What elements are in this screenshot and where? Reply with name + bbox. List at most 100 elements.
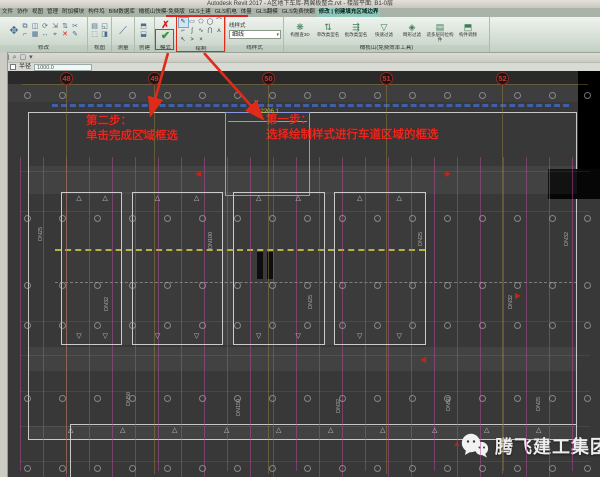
ribbon-tab-13[interactable]: 修改 | 创建填充区域边界: [317, 8, 381, 17]
column-circle: [514, 465, 521, 472]
ribbon-tab-12[interactable]: GLS免费快翻: [280, 8, 317, 17]
column-circle: [409, 92, 416, 99]
array-icon[interactable]: ▦: [31, 31, 40, 39]
mirror-icon[interactable]: ◫: [31, 23, 40, 31]
gls-tool-label: 批改类型名: [345, 32, 368, 37]
offset-icon[interactable]: ⇲: [51, 23, 60, 31]
column-circle: [59, 395, 66, 402]
draw-tangent-arc-icon[interactable]: ʃ: [188, 27, 197, 36]
ribbon-tab-6[interactable]: BIM数据库: [107, 8, 137, 17]
panel-mode: ✗ ✔ 模式: [155, 17, 177, 52]
pipe-line: [526, 157, 527, 477]
gls-tool-1[interactable]: ⇅单改类型名: [314, 22, 342, 37]
create-group-icon[interactable]: ⬒: [139, 23, 148, 31]
ribbon-tab-4[interactable]: 附加模块: [60, 8, 86, 17]
radius-input[interactable]: 1000.0: [34, 64, 92, 71]
draw-arc-icon[interactable]: ⌒: [215, 18, 224, 27]
column-circle: [514, 215, 521, 222]
zone-triangle-down: ▽: [397, 333, 402, 340]
draw-partial-ellipse-icon[interactable]: ⋏: [215, 27, 224, 36]
gls-tool-3[interactable]: ▽快速过滤: [370, 22, 398, 37]
gls-tool-2[interactable]: ⇶批改类型名: [342, 22, 370, 37]
column-circle: [549, 465, 556, 472]
draw-polygon-icon[interactable]: ⬠: [197, 18, 206, 27]
delete-icon[interactable]: ✕: [61, 31, 70, 39]
view-toolbar: ▤ ⌕ ▢ ▾: [0, 52, 600, 62]
column-circle: [584, 465, 591, 472]
column-circle: [584, 322, 591, 329]
rotate-icon[interactable]: ⟳: [41, 23, 50, 31]
zoom-icon[interactable]: ⌕: [13, 53, 17, 62]
column-circle: [59, 465, 66, 472]
edge-triangle-up: △: [224, 427, 229, 434]
gls-tool-6[interactable]: ⬒构件调频: [454, 22, 482, 37]
column-circle: [304, 465, 311, 472]
column-circle: [479, 465, 486, 472]
draw-line-icon[interactable]: ✎: [179, 18, 188, 27]
ribbon-tab-11[interactable]: GLS翻模: [254, 8, 280, 17]
gls-tool-4[interactable]: ◈畸形过滤: [398, 22, 426, 37]
draw-spline-icon[interactable]: ∿: [197, 27, 206, 36]
column-circle: [24, 215, 31, 222]
texture-band: [325, 192, 334, 345]
cope-icon[interactable]: ⧉: [21, 23, 30, 31]
zone-triangle-up: △: [296, 195, 301, 202]
gls-tool-icon: ⇅: [324, 22, 332, 32]
draw-rectangle-icon[interactable]: ▭: [188, 18, 197, 27]
drawing-canvas[interactable]: × 22206.1 第二步： 单击完成区域框选 第一步： 选择绘制样式进行车道区…: [8, 71, 600, 477]
draw-fillet-icon[interactable]: ⌐: [179, 27, 188, 36]
thin-lines-icon[interactable]: ▤: [90, 23, 99, 31]
draw-ellipse-icon[interactable]: ⋂: [206, 27, 215, 36]
column-circle: [339, 322, 346, 329]
create-similar-icon[interactable]: ⬓: [139, 31, 148, 39]
draw-more-icon[interactable]: ×: [197, 36, 206, 45]
radius-checkbox[interactable]: [10, 64, 16, 70]
paint-icon[interactable]: ✎: [71, 31, 80, 39]
red-plan-mark: ◀: [140, 128, 146, 136]
hide-icon[interactable]: ◱: [100, 23, 109, 31]
ribbon-tab-2[interactable]: 视图: [30, 8, 45, 17]
pick-lines-icon[interactable]: ↖: [179, 36, 188, 45]
window-icon[interactable]: ▢: [20, 53, 27, 62]
finish-sketch-icon[interactable]: ✔: [161, 31, 170, 42]
column-circle: [164, 395, 171, 402]
edge-triangle-up: △: [120, 427, 125, 434]
column-circle: [304, 215, 311, 222]
ribbon-tab-1[interactable]: 协作: [15, 8, 30, 17]
pipe-label: DN32: [336, 399, 342, 413]
ribbon-tab-3[interactable]: 管理: [45, 8, 60, 17]
gls-tool-label: 畸形过滤: [403, 32, 421, 37]
pipe-line: [457, 157, 458, 477]
ribbon-tab-0[interactable]: 文件: [0, 8, 15, 17]
line-style-dropdown[interactable]: 细线: [229, 30, 281, 39]
gls-tool-icon: ▤: [436, 22, 445, 32]
column-circle: [304, 92, 311, 99]
isolate-icon[interactable]: ⬚: [90, 31, 99, 39]
dropdown-icon[interactable]: ▾: [29, 53, 33, 62]
column-circle: [234, 92, 241, 99]
split-icon[interactable]: ✂: [71, 23, 80, 31]
column-circle: [164, 465, 171, 472]
pick-walls-icon[interactable]: >: [188, 36, 197, 45]
options-bar: 半径 1000.0: [0, 62, 600, 71]
column-circle: [409, 322, 416, 329]
align-icon[interactable]: ⇅: [61, 23, 70, 31]
move-icon[interactable]: ✥: [8, 25, 21, 37]
window-titlebar: Autodesk Revit 2017 - A区地下车库-两翼板整合.rvt -…: [0, 0, 600, 8]
measure-icon[interactable]: ⟋: [117, 25, 130, 37]
ribbon-tab-5[interactable]: 构件坞: [86, 8, 107, 17]
gls-tool-0[interactable]: ❋构图查3D: [286, 22, 314, 37]
cancel-sketch-icon[interactable]: ✗: [161, 21, 169, 31]
column-circle: [584, 395, 591, 402]
draw-circle-icon[interactable]: ◯: [206, 18, 215, 27]
gls-tool-5[interactable]: ▤适多层同位构件: [426, 22, 454, 42]
column-circle: [444, 322, 451, 329]
pin-icon[interactable]: ⌖: [51, 31, 60, 39]
red-plan-mark: ▶: [515, 292, 521, 300]
reveal-icon[interactable]: ◨: [100, 31, 109, 39]
trim-icon[interactable]: ⌐: [21, 31, 30, 39]
scale-icon[interactable]: ↔: [41, 31, 50, 39]
column-circle: [479, 92, 486, 99]
pipe-label: DN50: [126, 392, 132, 406]
panel-measure-label: 测量: [112, 45, 134, 52]
